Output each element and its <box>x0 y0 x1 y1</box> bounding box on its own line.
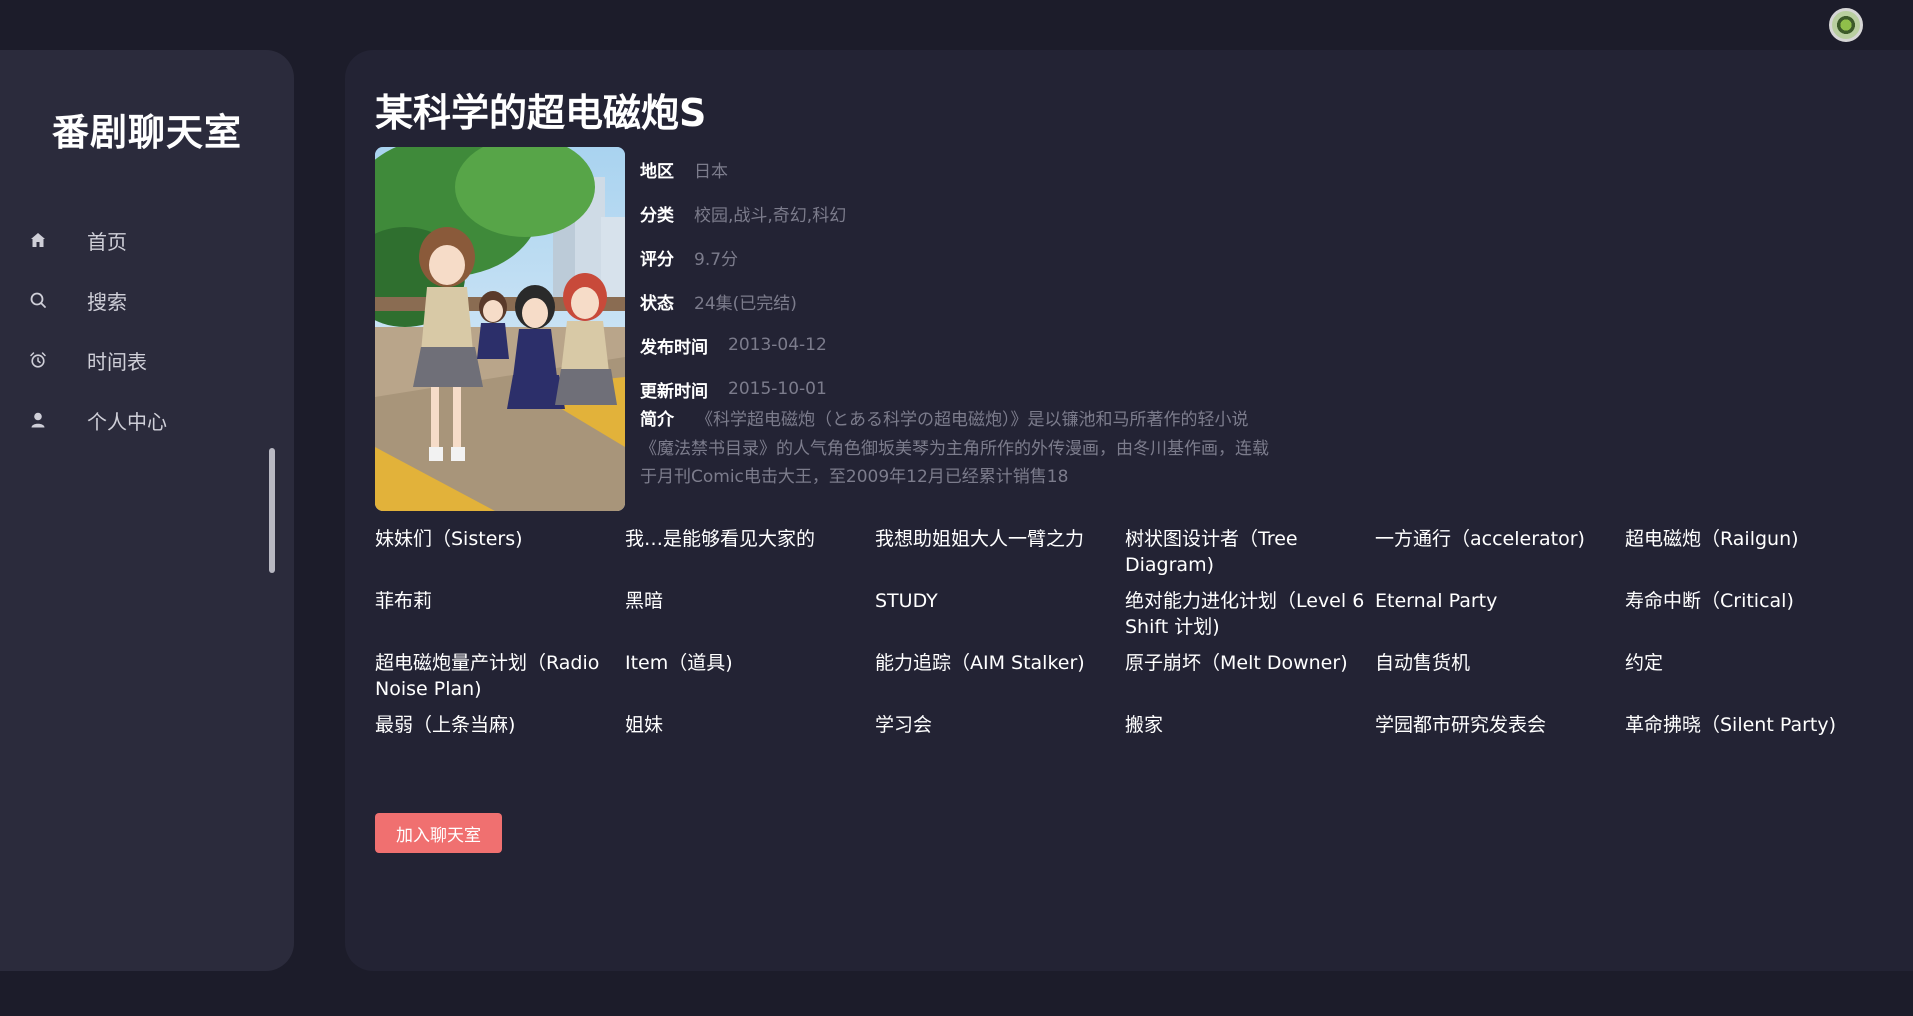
episode-item[interactable]: 菲布莉 <box>375 588 625 650</box>
info-row-status: 状态 24集(已完结) <box>640 279 1280 323</box>
sidebar-scrollbar[interactable] <box>269 448 275 573</box>
info-key: 状态 <box>640 293 674 314</box>
sidebar-item-label: 时间表 <box>87 349 147 374</box>
info-key: 评分 <box>640 249 674 270</box>
info-value: 校园,战斗,奇幻,科幻 <box>694 205 847 226</box>
sidebar: 番剧聊天室 首页 搜索 时间表 个人中心 <box>0 50 294 971</box>
episode-item[interactable]: 我想助姐姐大人一臂之力 <box>875 526 1125 588</box>
info-value: 日本 <box>694 161 728 182</box>
episode-item[interactable]: 搬家 <box>1125 712 1375 774</box>
info-row-release-date: 发布时间 2013-04-12 <box>640 323 1280 367</box>
sidebar-item-label: 搜索 <box>87 289 127 314</box>
join-chatroom-button[interactable]: 加入聊天室 <box>375 813 502 853</box>
episode-item[interactable]: Eternal Party <box>1375 588 1625 650</box>
info-value: 9.7分 <box>694 249 739 270</box>
search-icon <box>28 290 48 310</box>
episode-item[interactable]: 妹妹们（Sisters) <box>375 526 625 588</box>
info-value: 24集(已完结) <box>694 293 797 314</box>
episode-item[interactable]: 最弱（上条当麻) <box>375 712 625 774</box>
info-row-region: 地区 日本 <box>640 147 1280 191</box>
info-key: 分类 <box>640 205 674 226</box>
episode-item[interactable]: 寿命中断（Critical) <box>1625 588 1875 650</box>
sidebar-item-search[interactable]: 搜索 <box>0 270 294 330</box>
home-icon <box>28 230 48 250</box>
anime-title: 某科学的超电磁炮S <box>375 91 707 135</box>
episode-item[interactable]: Item（道具) <box>625 650 875 712</box>
episode-item[interactable]: 学园都市研究发表会 <box>1375 712 1625 774</box>
episode-item[interactable]: 我…是能够看见大家的 <box>625 526 875 588</box>
info-row-category: 分类 校园,战斗,奇幻,科幻 <box>640 191 1280 235</box>
sidebar-nav: 首页 搜索 时间表 个人中心 <box>0 210 294 450</box>
episode-item[interactable]: 树状图设计者（Tree Diagram) <box>1125 526 1375 588</box>
episode-item[interactable]: 绝对能力进化计划（Level 6 Shift 计划) <box>1125 588 1375 650</box>
episode-item[interactable]: 能力追踪（AIM Stalker) <box>875 650 1125 712</box>
app-title: 番剧聊天室 <box>52 111 242 154</box>
info-row-rating: 评分 9.7分 <box>640 235 1280 279</box>
synopsis-key: 简介 <box>640 410 674 430</box>
user-icon <box>28 410 48 430</box>
info-value: 2015-10-01 <box>728 379 827 399</box>
episode-item[interactable]: 自动售货机 <box>1375 650 1625 712</box>
sidebar-item-profile[interactable]: 个人中心 <box>0 390 294 450</box>
episode-item[interactable]: 约定 <box>1625 650 1875 712</box>
sidebar-item-home[interactable]: 首页 <box>0 210 294 270</box>
anime-info: 地区 日本 分类 校园,战斗,奇幻,科幻 评分 9.7分 状态 24集(已完结)… <box>640 147 1280 411</box>
episode-item[interactable]: 原子崩坏（Melt Downer) <box>1125 650 1375 712</box>
info-key: 地区 <box>640 161 674 182</box>
anime-detail-panel: 某科学的超电磁炮S 地区 日本 分类 校园,战斗,奇幻,科幻 评分 9.7分 状… <box>345 50 1913 971</box>
alarm-clock-icon <box>28 350 48 370</box>
synopsis-text: 《科学超电磁炮（とある科学の超电磁炮）》是以镰池和马所著作的轻小说《魔法禁书目录… <box>640 410 1269 487</box>
anime-poster <box>375 147 625 511</box>
episode-item[interactable]: 超电磁炮量产计划（Radio Noise Plan) <box>375 650 625 712</box>
episode-item[interactable]: STUDY <box>875 588 1125 650</box>
info-value: 2013-04-12 <box>728 335 827 355</box>
info-row-update-date: 更新时间 2015-10-01 <box>640 367 1280 411</box>
sidebar-item-label: 个人中心 <box>87 409 167 434</box>
sidebar-item-schedule[interactable]: 时间表 <box>0 330 294 390</box>
episode-item[interactable]: 一方通行（accelerator) <box>1375 526 1625 588</box>
anime-synopsis: 简介 《科学超电磁炮（とある科学の超电磁炮）》是以镰池和马所著作的轻小说《魔法禁书… <box>640 406 1270 492</box>
episode-item[interactable]: 姐妹 <box>625 712 875 774</box>
episode-list: 妹妹们（Sisters) 我…是能够看见大家的 我想助姐姐大人一臂之力 树状图设… <box>375 526 1875 774</box>
info-key: 发布时间 <box>640 337 708 358</box>
episode-item[interactable]: 革命拂晓（Silent Party) <box>1625 712 1875 774</box>
episode-item[interactable]: 黑暗 <box>625 588 875 650</box>
user-avatar[interactable] <box>1829 8 1863 42</box>
episode-item[interactable]: 超电磁炮（Railgun) <box>1625 526 1875 588</box>
top-bar <box>0 0 1913 50</box>
sidebar-item-label: 首页 <box>87 229 127 254</box>
episode-item[interactable]: 学习会 <box>875 712 1125 774</box>
info-key: 更新时间 <box>640 381 708 402</box>
